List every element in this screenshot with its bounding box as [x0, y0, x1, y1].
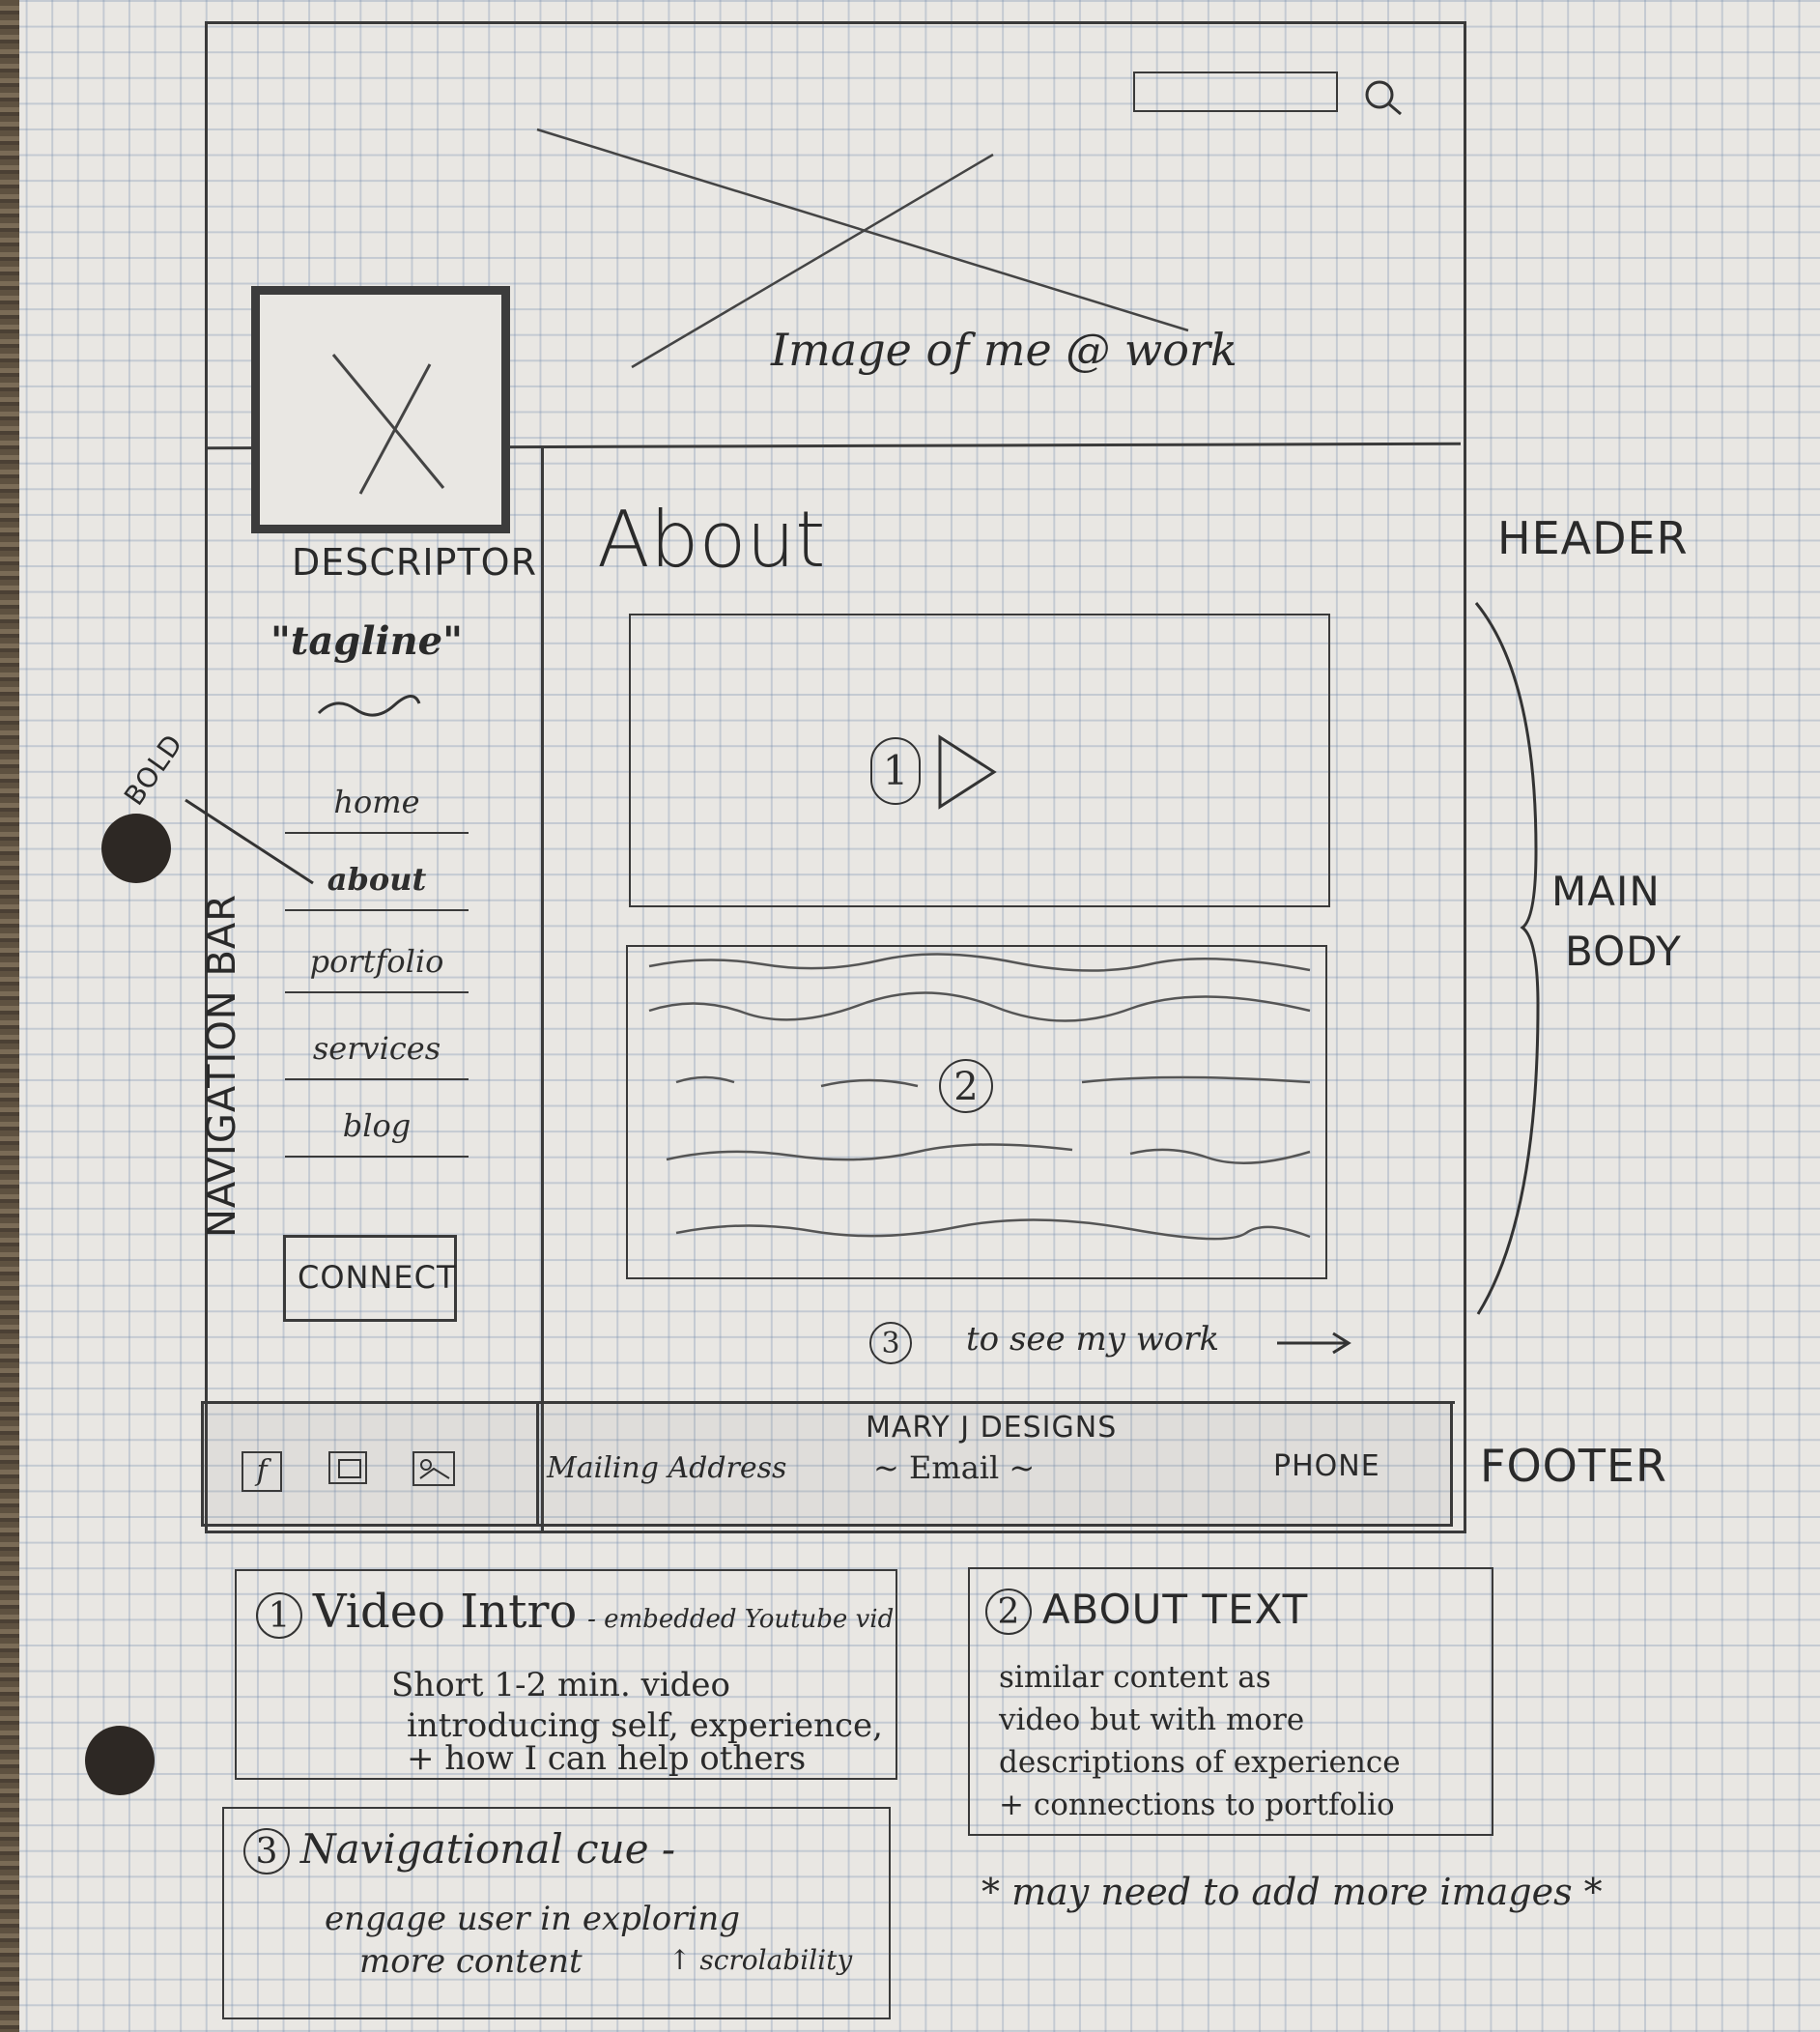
note-nav-cue-line: more content: [359, 1942, 583, 1981]
facebook-icon[interactable]: f: [242, 1451, 282, 1492]
logo-placeholder: [251, 286, 510, 533]
note-nav-cue: 3 Navigational cue - engage user in expl…: [222, 1807, 891, 2019]
footer-email[interactable]: ~ Email ~: [873, 1449, 1035, 1486]
about-text-placeholder: 2: [626, 945, 1327, 1279]
note-nav-cue-marker: 3: [243, 1828, 290, 1875]
footer-phone: PHONE: [1273, 1449, 1380, 1483]
video-placeholder[interactable]: 1: [629, 614, 1330, 907]
search-input[interactable]: [1133, 72, 1338, 112]
image-icon[interactable]: [412, 1451, 455, 1486]
main-side-label-1: MAIN: [1551, 868, 1661, 915]
search-icon[interactable]: [1360, 73, 1408, 122]
video-marker: 1: [870, 737, 921, 805]
note-images-line1: * may need to add more images *: [981, 1871, 1603, 1913]
nav-link-portfolio[interactable]: portfolio: [285, 937, 469, 993]
note-about-title: ABOUT TEXT: [1041, 1586, 1309, 1633]
logo-x-icon: [331, 354, 445, 495]
header-image-caption: Image of me @ work: [771, 324, 1237, 376]
main-body-brace: [1474, 602, 1540, 1315]
note-about-marker: 2: [985, 1588, 1032, 1635]
connect-button[interactable]: CONNECT: [283, 1235, 457, 1322]
footer-social-divider: [536, 1403, 539, 1525]
sidebar-divider: [541, 446, 544, 1531]
nav-link-about[interactable]: about: [285, 855, 469, 911]
binder-hole-top: [101, 814, 171, 883]
arrow-right-icon: [1277, 1331, 1351, 1355]
paper-edge: [0, 0, 19, 2032]
cue-marker: 3: [869, 1322, 912, 1364]
navigational-cue[interactable]: 3 to see my work: [869, 1320, 1372, 1378]
note-nav-cue-title: Navigational cue -: [299, 1825, 676, 1873]
note-video-marker: 1: [256, 1592, 302, 1639]
tagline-squiggle: [317, 695, 421, 717]
note-video-subtitle: - embedded Youtube vid: [587, 1605, 895, 1634]
descriptor: DESCRIPTOR: [292, 541, 537, 584]
note-about-text: 2 ABOUT TEXT similar content as video bu…: [968, 1567, 1493, 1836]
note-nav-cue-line: engage user in exploring: [325, 1900, 741, 1938]
header-side-label: HEADER: [1497, 512, 1689, 564]
note-about-line: similar content as: [999, 1660, 1271, 1695]
note-video-title: Video Intro: [312, 1585, 578, 1639]
note-video-line: Short 1-2 min. video: [391, 1666, 731, 1704]
note-about-heading: 2 ABOUT TEXT: [985, 1588, 1308, 1635]
note-about-line: + connections to portfolio: [999, 1788, 1395, 1822]
nav-link-services[interactable]: services: [285, 1024, 469, 1080]
footer-brand: MARY J DESIGNS: [866, 1411, 1118, 1445]
play-icon[interactable]: [936, 733, 1004, 811]
tagline: "tagline": [270, 618, 463, 664]
about-text-marker: 2: [939, 1059, 993, 1113]
note-video-heading: 1 Video Intro - embedded Youtube vid: [256, 1588, 895, 1641]
main-side-label-2: BODY: [1565, 928, 1682, 975]
note-nav-cue-extra: ↑ scrolability: [668, 1944, 853, 1976]
binder-hole-bottom: [85, 1726, 155, 1795]
navigation-bar-label: NAVIGATION BAR: [200, 893, 244, 1239]
connect-button-label: CONNECT: [298, 1259, 457, 1296]
note-video-line: + how I can help others: [407, 1739, 807, 1778]
footer-band: [201, 1401, 1453, 1527]
bold-annotation: BOLD: [117, 728, 189, 812]
nav-link-blog[interactable]: blog: [285, 1102, 469, 1158]
image-icon[interactable]: [328, 1451, 367, 1484]
note-nav-cue-heading: 3 Navigational cue -: [243, 1828, 675, 1875]
nav-link-home[interactable]: home: [285, 778, 469, 834]
cue-text: to see my work: [966, 1320, 1220, 1359]
text-scribble-lines: [648, 953, 1311, 1241]
note-video: 1 Video Intro - embedded Youtube vid Sho…: [235, 1569, 897, 1780]
footer-side-label: FOOTER: [1480, 1440, 1667, 1492]
page-title: About: [597, 495, 826, 585]
note-about-line: descriptions of experience: [999, 1745, 1401, 1780]
footer-address: Mailing Address: [547, 1451, 787, 1485]
note-about-line: video but with more: [999, 1703, 1305, 1737]
